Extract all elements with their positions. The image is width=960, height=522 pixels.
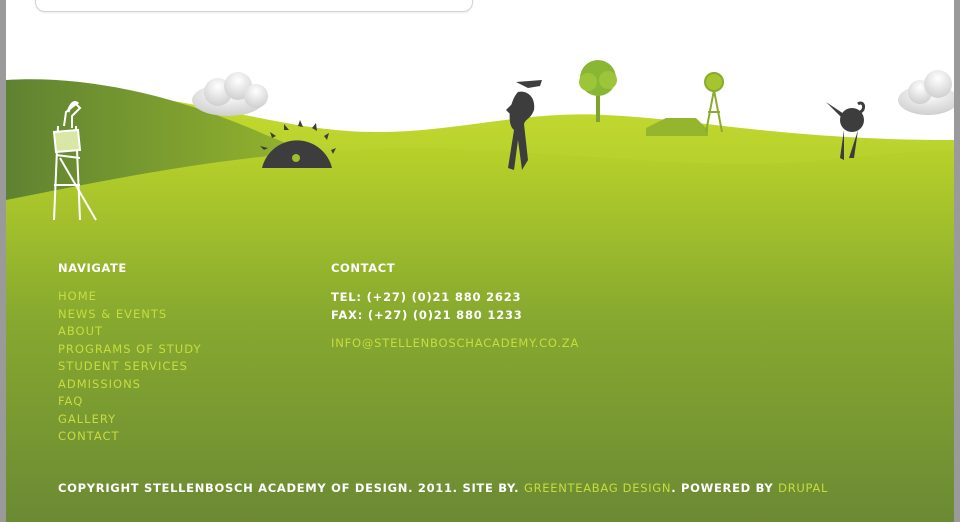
nav-item-gallery[interactable]: GALLERY xyxy=(58,412,201,430)
contact-fax: FAX: (+27) (0)21 880 1233 xyxy=(331,308,523,322)
navigate-heading: NAVIGATE xyxy=(58,261,127,275)
drupal-link[interactable]: DRUPAL xyxy=(778,481,828,495)
nav-item-about[interactable]: ABOUT xyxy=(58,324,201,342)
contact-email-link[interactable]: INFO@STELLENBOSCHACADEMY.CO.ZA xyxy=(331,336,579,350)
nav-item-contact[interactable]: CONTACT xyxy=(58,429,201,447)
nav-item-faq[interactable]: FAQ xyxy=(58,394,201,412)
contact-tel: TEL: (+27) (0)21 880 2623 xyxy=(331,290,522,304)
nav-item-news-events[interactable]: NEWS & EVENTS xyxy=(58,307,201,325)
nav-item-student-services[interactable]: STUDENT SERVICES xyxy=(58,359,201,377)
page-frame: NAVIGATE HOME NEWS & EVENTS ABOUT PROGRA… xyxy=(6,0,954,522)
copyright-text: COPYRIGHT STELLENBOSCH ACADEMY OF DESIGN… xyxy=(58,481,524,495)
copyright-line: COPYRIGHT STELLENBOSCH ACADEMY OF DESIGN… xyxy=(58,481,828,495)
nav-item-programs-of-study[interactable]: PROGRAMS OF STUDY xyxy=(58,342,201,360)
nav-item-home[interactable]: HOME xyxy=(58,289,201,307)
nav-item-admissions[interactable]: ADMISSIONS xyxy=(58,377,201,395)
footer-nav: HOME NEWS & EVENTS ABOUT PROGRAMS OF STU… xyxy=(58,289,201,447)
powered-by-text: . POWERED BY xyxy=(671,481,779,495)
footer: NAVIGATE HOME NEWS & EVENTS ABOUT PROGRA… xyxy=(6,0,954,522)
contact-heading: CONTACT xyxy=(331,261,396,275)
site-by-link[interactable]: GREENTEABAG DESIGN xyxy=(524,481,671,495)
